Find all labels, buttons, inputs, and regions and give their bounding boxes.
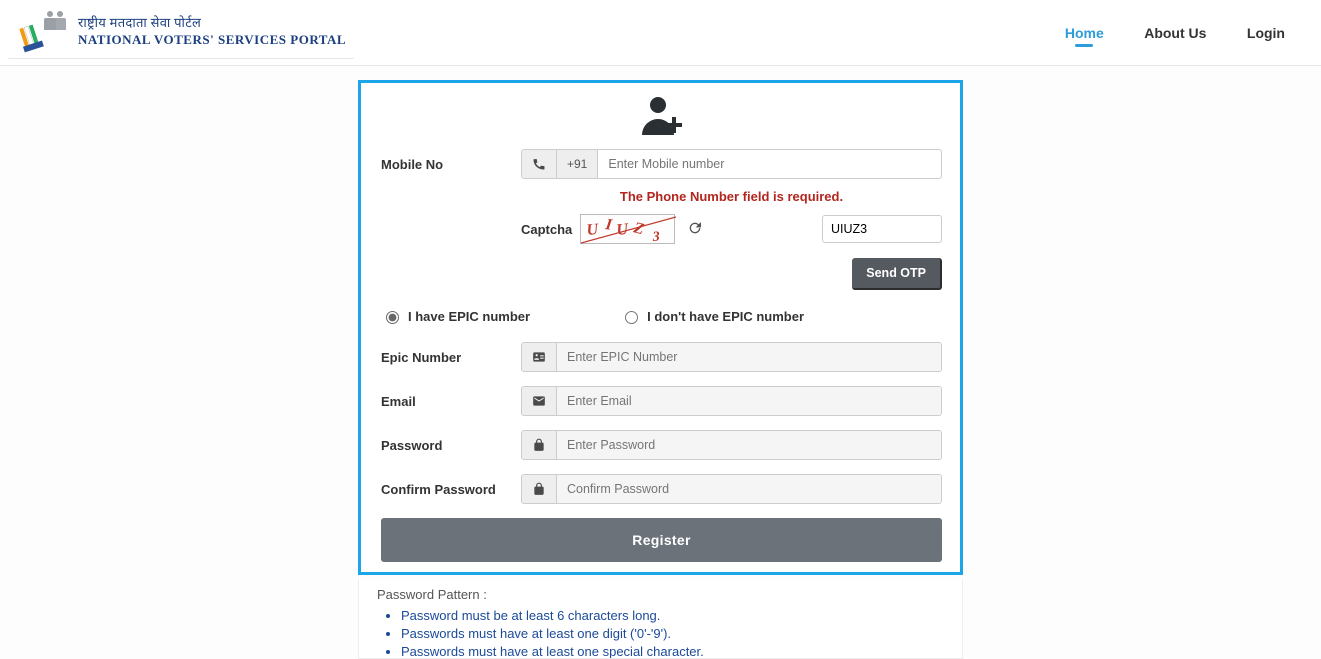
mobile-prefix: +91 — [557, 150, 598, 178]
email-input[interactable] — [557, 387, 941, 415]
register-card: Mobile No +91 The Phone Number field is … — [358, 80, 963, 575]
top-header: राष्ट्रीय मतदाता सेवा पोर्टल NATIONAL VO… — [0, 0, 1321, 66]
mobile-label: Mobile No — [381, 157, 511, 172]
brand-text: राष्ट्रीय मतदाता सेवा पोर्टल NATIONAL VO… — [78, 16, 346, 48]
captcha-image: U I U Z 3 — [580, 214, 675, 244]
mobile-error: The Phone Number field is required. — [521, 189, 942, 204]
email-row: Email — [381, 386, 942, 416]
otp-row: Send OTP — [381, 258, 942, 290]
send-otp-button[interactable]: Send OTP — [852, 258, 942, 290]
brand[interactable]: राष्ट्रीय मतदाता सेवा पोर्टल NATIONAL VO… — [8, 6, 354, 59]
svg-text:U I: U I U Z 3 — [586, 216, 660, 245]
radio-have-epic-input[interactable] — [386, 311, 399, 324]
password-rules: Password Pattern : Password must be at l… — [358, 579, 963, 659]
password-row: Password — [381, 430, 942, 460]
id-card-icon — [522, 343, 557, 371]
brand-title-hi: राष्ट्रीय मतदाता सेवा पोर्टल — [78, 16, 346, 31]
confirm-input[interactable] — [557, 475, 941, 503]
rule-item: Passwords must have at least one special… — [401, 644, 944, 659]
epic-input[interactable] — [557, 343, 941, 371]
mobile-row: Mobile No +91 — [381, 149, 942, 179]
password-label: Password — [381, 438, 511, 453]
envelope-icon — [522, 387, 557, 415]
main-nav: Home About Us Login — [1047, 15, 1303, 51]
radio-dont-have-epic-label: I don't have EPIC number — [647, 309, 804, 324]
radio-dont-have-epic-input[interactable] — [625, 311, 638, 324]
brand-title-en: NATIONAL VOTERS' SERVICES PORTAL — [78, 33, 346, 48]
phone-icon — [522, 150, 557, 178]
nav-login[interactable]: Login — [1229, 15, 1303, 51]
mobile-input[interactable] — [598, 150, 941, 178]
confirm-row: Confirm Password — [381, 474, 942, 504]
radio-dont-have-epic[interactable]: I don't have EPIC number — [620, 308, 804, 324]
epic-radio-group: I have EPIC number I don't have EPIC num… — [381, 308, 942, 324]
nav-home[interactable]: Home — [1047, 15, 1122, 51]
email-label: Email — [381, 394, 511, 409]
rule-item: Password must be at least 6 characters l… — [401, 608, 944, 623]
register-user-icon — [636, 95, 688, 135]
confirm-label: Confirm Password — [381, 482, 511, 497]
captcha-label: Captcha — [521, 222, 572, 237]
mobile-input-group: +91 — [521, 149, 942, 179]
epic-row: Epic Number — [381, 342, 942, 372]
radio-have-epic-label: I have EPIC number — [408, 309, 530, 324]
page-body: Mobile No +91 The Phone Number field is … — [0, 66, 1321, 659]
lock-icon — [522, 431, 557, 459]
radio-have-epic[interactable]: I have EPIC number — [381, 308, 530, 324]
password-rules-title: Password Pattern : — [377, 587, 944, 602]
epic-label: Epic Number — [381, 350, 511, 365]
nav-about[interactable]: About Us — [1126, 15, 1224, 51]
lock-icon — [522, 475, 557, 503]
rule-item: Passwords must have at least one digit (… — [401, 626, 944, 641]
captcha-input[interactable] — [822, 215, 942, 243]
password-input[interactable] — [557, 431, 941, 459]
captcha-row: Captcha U I U Z 3 — [381, 214, 942, 244]
site-logo-icon — [16, 10, 70, 54]
register-button[interactable]: Register — [381, 518, 942, 562]
captcha-reload-icon[interactable] — [683, 216, 707, 243]
